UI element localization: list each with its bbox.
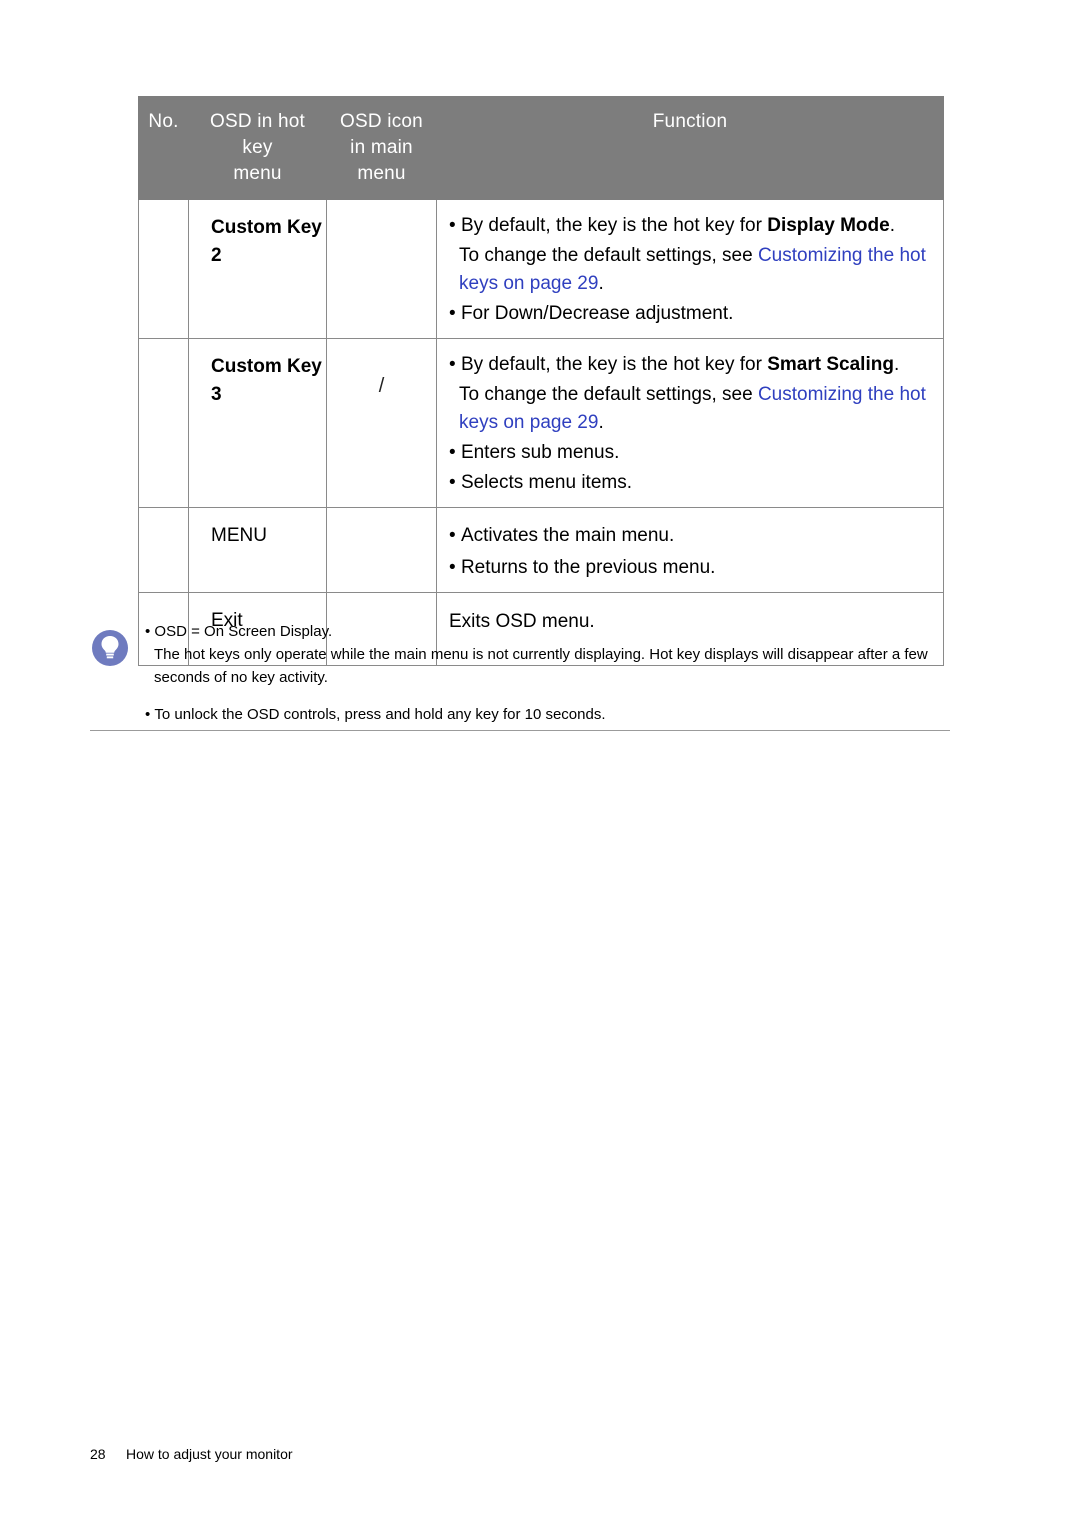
note-bullet-text: To unlock the OSD controls, press and ho… xyxy=(154,706,606,723)
function-line-tail: . xyxy=(598,412,604,433)
function-line-bold: Display Mode xyxy=(767,215,890,236)
function-line-text: Returns to the previous menu. xyxy=(460,557,716,578)
function-line-text: Activates the main menu. xyxy=(460,525,675,546)
row-key-label: Custom Key 3 xyxy=(211,356,322,405)
function-line: Activates the main menu. xyxy=(449,522,929,550)
function-line-text: Selects menu items. xyxy=(460,472,633,493)
note-divider xyxy=(90,730,950,731)
function-line-text: By default, the key is the hot key for xyxy=(460,215,768,236)
row-icon-cell xyxy=(326,507,437,593)
function-line-bold: Smart Scaling xyxy=(767,354,894,375)
header-icon-line2: in main xyxy=(350,137,413,158)
function-line-tail: . xyxy=(893,354,900,375)
header-no-label: No. xyxy=(148,111,179,132)
function-line-text: For Down/Decrease adjustment. xyxy=(460,303,734,324)
row-key-label: Custom Key 2 xyxy=(211,217,322,266)
row-icon-cell xyxy=(326,199,437,339)
table-row: Custom Key 3 / By default, the key is th… xyxy=(138,338,944,508)
page-footer: 28 How to adjust your monitor xyxy=(90,1446,293,1462)
row-no-label xyxy=(139,200,188,224)
header-icon-line3: menu xyxy=(357,163,406,184)
note-subtext-body: The hot keys only operate while the main… xyxy=(154,646,928,686)
row-function-cell: By default, the key is the hot key for S… xyxy=(436,338,944,508)
note-text: • OSD = On Screen Display. The hot keys … xyxy=(145,620,950,726)
function-line: Returns to the previous menu. xyxy=(449,554,929,582)
osd-hotkey-table: No. OSD in hot key menu OSD icon in main… xyxy=(138,96,944,666)
function-line-tail: . xyxy=(598,273,604,294)
note-bullet-text: OSD = On Screen Display. xyxy=(154,623,333,640)
function-line: To change the default settings, see Cust… xyxy=(449,381,929,437)
row-no-label xyxy=(139,508,188,532)
header-hotkey-line1: OSD in hot key xyxy=(210,111,305,158)
note-subtext: The hot keys only operate while the main… xyxy=(145,643,950,689)
lightbulb-icon xyxy=(90,628,130,668)
row-icon-glyph xyxy=(327,593,436,607)
document-page: No. OSD in hot key menu OSD icon in main… xyxy=(0,0,1080,1527)
header-hotkey-line2: menu xyxy=(233,163,282,184)
header-function-label: Function xyxy=(652,111,728,132)
table-row: MENU Activates the main menu. Returns to… xyxy=(138,507,944,593)
table-header-row: No. OSD in hot key menu OSD icon in main… xyxy=(138,96,944,200)
row-no-cell xyxy=(138,338,189,508)
row-key-cell: Custom Key 2 xyxy=(188,199,327,339)
page-number: 28 xyxy=(90,1446,106,1462)
row-key-label: MENU xyxy=(211,525,267,546)
function-line-text: Enters sub menus. xyxy=(460,442,620,463)
function-line: Enters sub menus. xyxy=(449,439,929,467)
row-function-cell: By default, the key is the hot key for D… xyxy=(436,199,944,339)
row-icon-glyph: / xyxy=(378,375,385,397)
header-function: Function xyxy=(436,96,944,200)
header-osd-icon-main-menu: OSD icon in main menu xyxy=(326,96,437,200)
header-osd-hotkey-menu: OSD in hot key menu xyxy=(188,96,327,200)
function-line-text: By default, the key is the hot key for xyxy=(460,354,768,375)
row-no-cell xyxy=(138,199,189,339)
row-function-cell: Activates the main menu. Returns to the … xyxy=(436,507,944,593)
row-icon-glyph xyxy=(327,200,436,248)
function-line: Selects menu items. xyxy=(449,469,929,497)
note-bullet: • To unlock the OSD controls, press and … xyxy=(145,706,606,723)
header-icon-line1: OSD icon xyxy=(340,111,423,132)
row-icon-glyph xyxy=(327,508,436,522)
row-no-label xyxy=(139,593,188,617)
note-bullet: • OSD = On Screen Display. xyxy=(145,623,333,640)
function-line: By default, the key is the hot key for S… xyxy=(449,351,929,379)
row-key-cell: Custom Key 3 xyxy=(188,338,327,508)
row-no-label xyxy=(139,339,188,363)
row-key-cell: MENU xyxy=(188,507,327,593)
row-no-cell xyxy=(138,507,189,593)
header-no: No. xyxy=(138,96,189,200)
function-line-text: To change the default settings, see xyxy=(459,384,758,405)
table-row: Custom Key 2 By default, the key is the … xyxy=(138,199,944,339)
function-line-text: To change the default settings, see xyxy=(459,245,758,266)
row-icon-cell: / xyxy=(326,338,437,508)
function-line: To change the default settings, see Cust… xyxy=(449,242,929,298)
footer-chapter-title: How to adjust your monitor xyxy=(126,1446,293,1462)
function-line-tail: . xyxy=(889,215,895,236)
function-line: By default, the key is the hot key for D… xyxy=(449,212,929,240)
function-line: For Down/Decrease adjustment. xyxy=(449,300,929,328)
